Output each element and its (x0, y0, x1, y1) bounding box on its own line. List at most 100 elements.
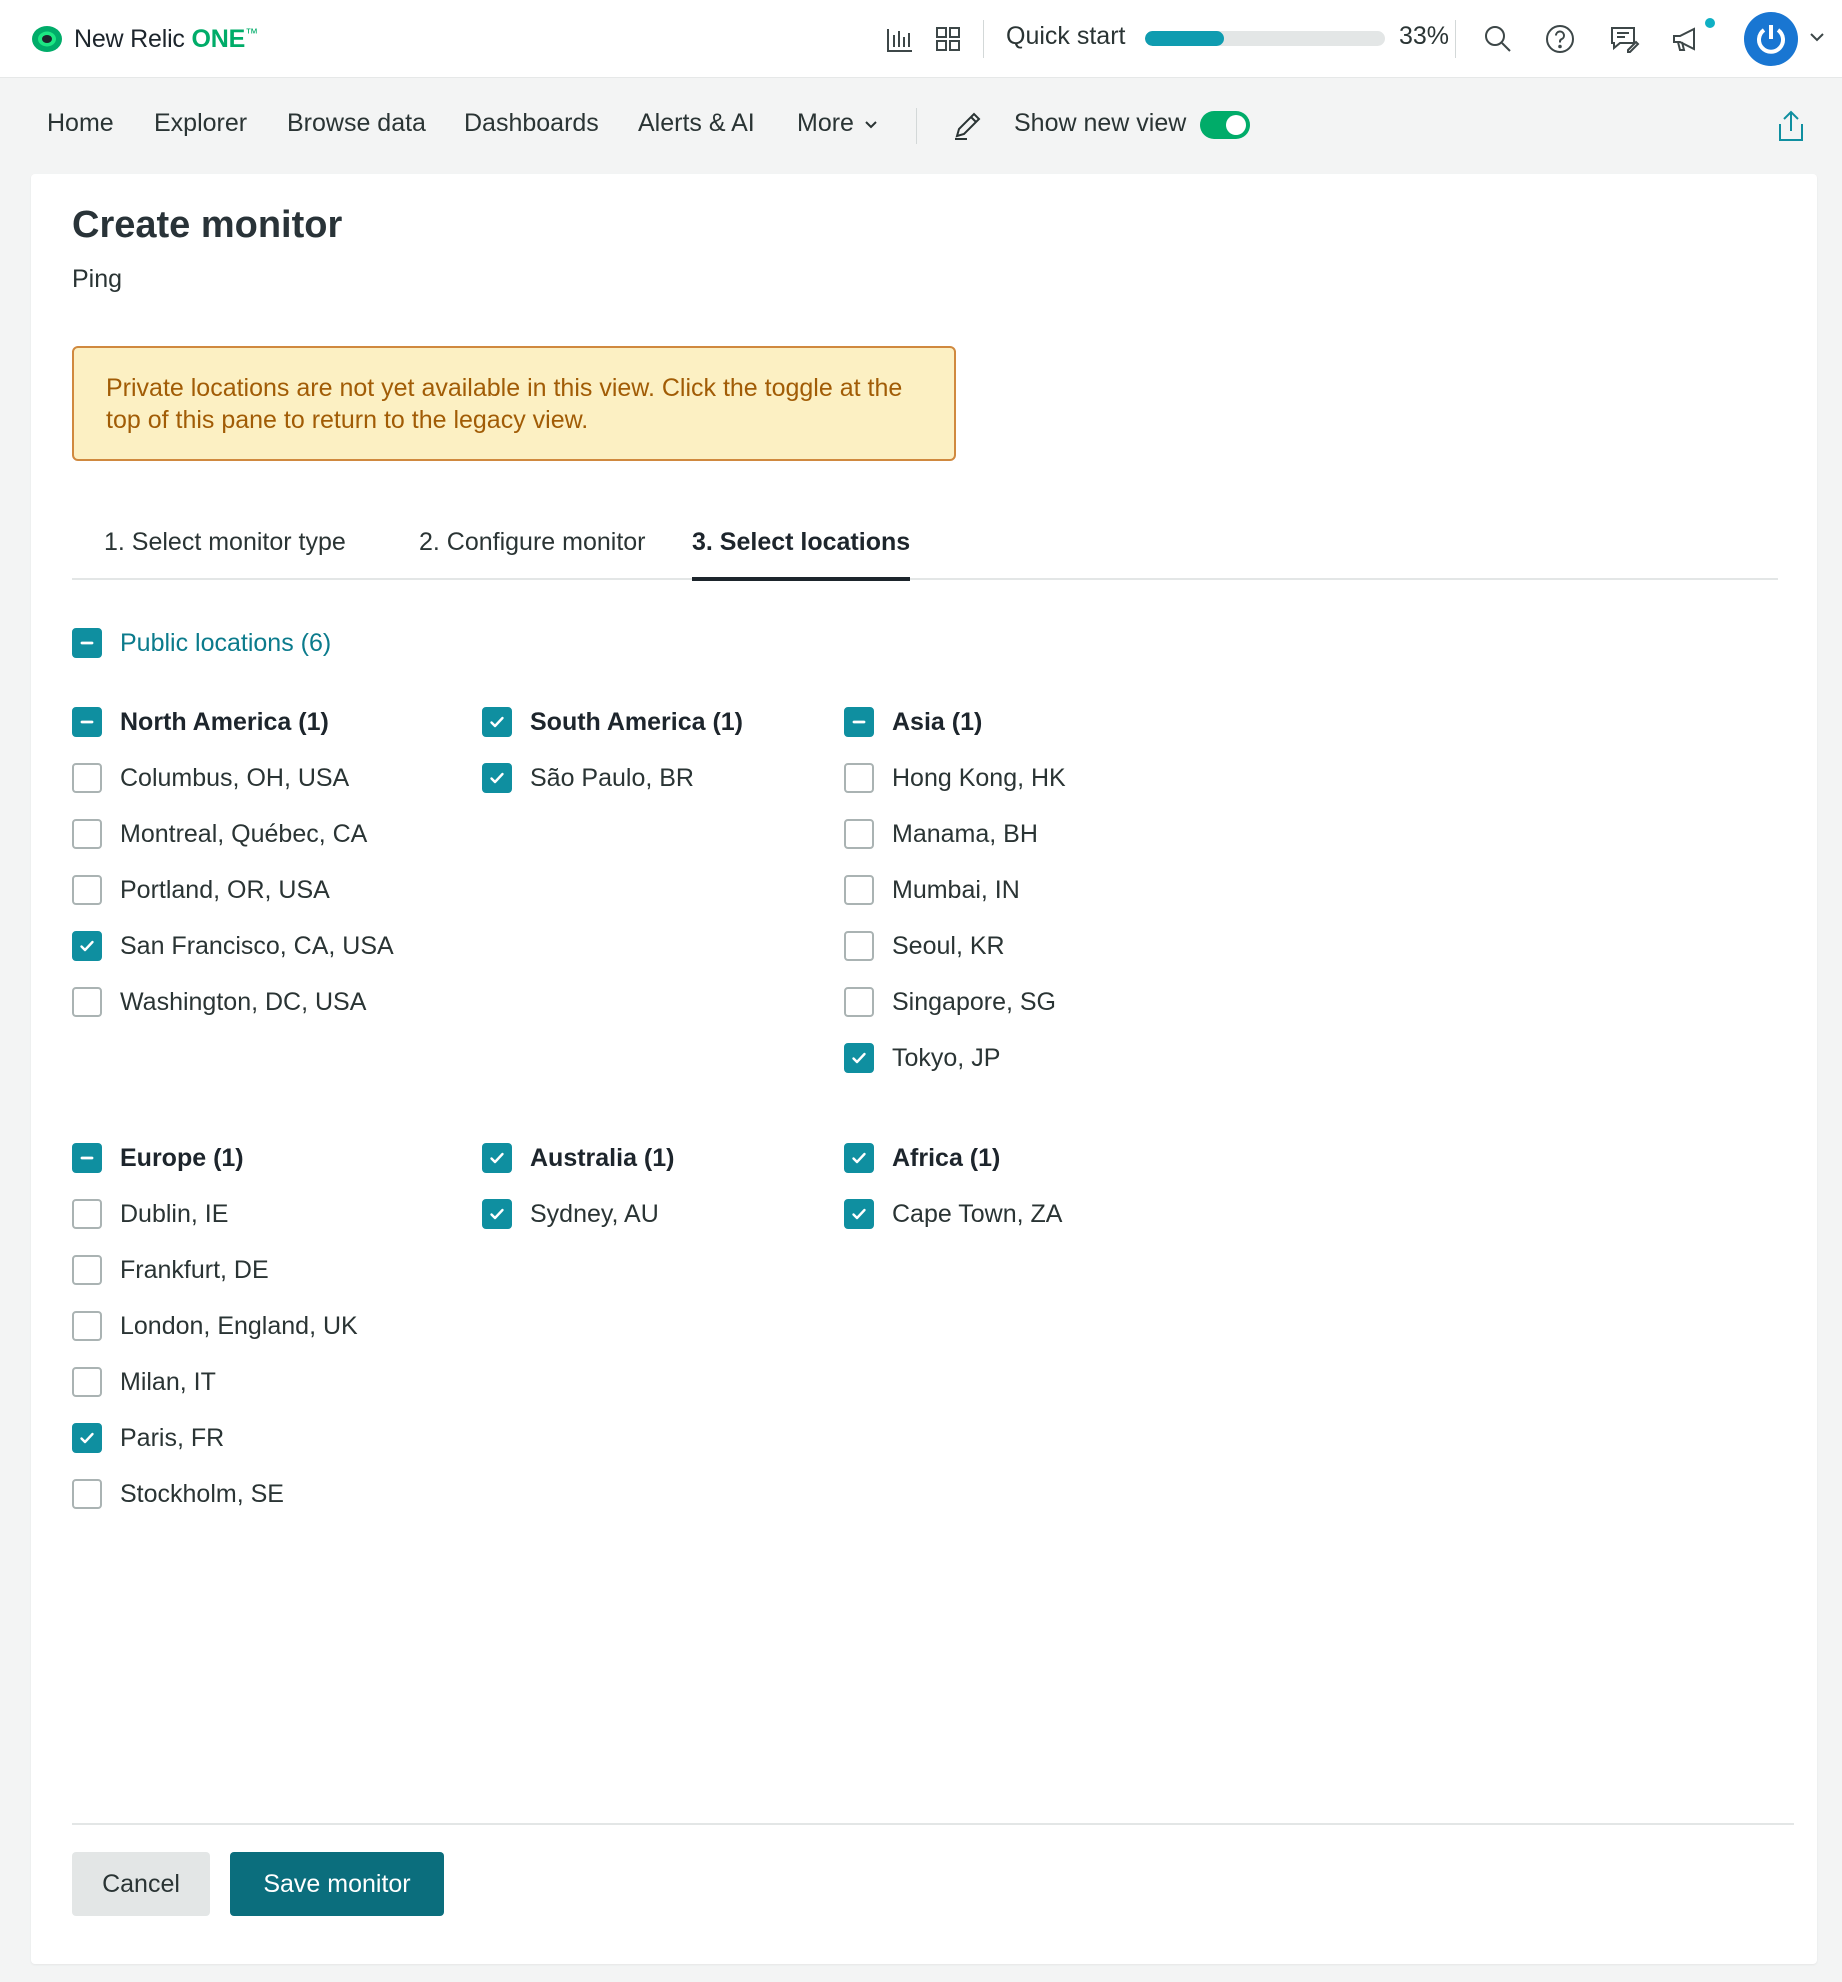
group-north-america-label: North America (1) (120, 707, 329, 736)
location-washington-dc-usa-checkbox[interactable] (72, 987, 102, 1017)
location-manama-bh-checkbox[interactable] (844, 819, 874, 849)
location-sao-paulo-br-row[interactable]: São Paulo, BR (482, 761, 694, 795)
location-montreal-quebec-ca-label: Montreal, Québec, CA (120, 819, 368, 848)
location-washington-dc-usa-label: Washington, DC, USA (120, 987, 367, 1016)
location-singapore-sg-label: Singapore, SG (892, 987, 1056, 1016)
location-san-francisco-ca-usa-row[interactable]: San Francisco, CA, USA (72, 929, 394, 963)
location-mumbai-in-label: Mumbai, IN (892, 875, 1020, 904)
location-milan-it-checkbox[interactable] (72, 1367, 102, 1397)
location-sydney-au-checkbox[interactable] (482, 1199, 512, 1229)
private-locations-warning: Private locations are not yet available … (72, 346, 956, 461)
group-south-america-checkbox[interactable] (482, 707, 512, 737)
chevron-down-icon (865, 121, 877, 129)
notification-dot (1703, 16, 1717, 30)
quick-start-progress-fill (1145, 31, 1225, 46)
group-europe-checkbox[interactable] (72, 1143, 102, 1173)
chevron-down-icon[interactable] (1806, 26, 1828, 48)
search-icon[interactable] (1479, 20, 1517, 58)
show-new-view-toggle[interactable] (1200, 111, 1250, 139)
megaphone-icon[interactable] (1667, 20, 1705, 58)
location-singapore-sg-row[interactable]: Singapore, SG (844, 985, 1056, 1019)
create-monitor-panel: Create monitor Ping Private locations ar… (31, 174, 1817, 1964)
location-stockholm-se-row[interactable]: Stockholm, SE (72, 1477, 284, 1511)
location-paris-fr-label: Paris, FR (120, 1423, 225, 1452)
save-monitor-button[interactable]: Save monitor (230, 1852, 444, 1916)
nav-more[interactable]: More (797, 109, 880, 138)
nav-divider (916, 108, 917, 144)
location-dublin-ie-checkbox[interactable] (72, 1199, 102, 1229)
nav-alerts-ai[interactable]: Alerts & AI (638, 109, 755, 138)
location-montreal-quebec-ca-row[interactable]: Montreal, Québec, CA (72, 817, 367, 851)
nav-more-label: More (797, 109, 854, 137)
group-asia-row[interactable]: Asia (1) (844, 705, 982, 739)
location-stockholm-se-label: Stockholm, SE (120, 1479, 284, 1508)
location-paris-fr-checkbox[interactable] (72, 1423, 102, 1453)
location-seoul-kr-checkbox[interactable] (844, 931, 874, 961)
location-hong-kong-hk-checkbox[interactable] (844, 763, 874, 793)
location-london-england-uk-row[interactable]: London, England, UK (72, 1309, 358, 1343)
quick-start-label[interactable]: Quick start (1006, 22, 1125, 51)
cancel-button[interactable]: Cancel (72, 1852, 210, 1916)
nav-dashboards[interactable]: Dashboards (464, 109, 599, 138)
location-mumbai-in-checkbox[interactable] (844, 875, 874, 905)
nav-home[interactable]: Home (47, 109, 114, 138)
location-sydney-au-row[interactable]: Sydney, AU (482, 1197, 659, 1231)
group-africa-checkbox[interactable] (844, 1143, 874, 1173)
location-hong-kong-hk-row[interactable]: Hong Kong, HK (844, 761, 1066, 795)
monitor-type-label: Ping (72, 265, 123, 293)
location-tokyo-jp-row[interactable]: Tokyo, JP (844, 1041, 1000, 1075)
location-frankfurt-de-row[interactable]: Frankfurt, DE (72, 1253, 269, 1287)
location-paris-fr-row[interactable]: Paris, FR (72, 1421, 224, 1455)
group-africa-row[interactable]: Africa (1) (844, 1141, 1000, 1175)
location-singapore-sg-checkbox[interactable] (844, 987, 874, 1017)
location-san-francisco-ca-usa-checkbox[interactable] (72, 931, 102, 961)
location-montreal-quebec-ca-checkbox[interactable] (72, 819, 102, 849)
help-icon[interactable] (1541, 20, 1579, 58)
location-manama-bh-row[interactable]: Manama, BH (844, 817, 1038, 851)
group-australia-row[interactable]: Australia (1) (482, 1141, 674, 1175)
pencil-icon[interactable] (950, 107, 986, 143)
main-nav: Home Explorer Browse data Dashboards Ale… (0, 79, 1842, 173)
location-seoul-kr-label: Seoul, KR (892, 931, 1005, 960)
location-london-england-uk-checkbox[interactable] (72, 1311, 102, 1341)
step-configure-monitor[interactable]: 2. Configure monitor (419, 528, 646, 577)
location-mumbai-in-row[interactable]: Mumbai, IN (844, 873, 1020, 907)
share-icon[interactable] (1776, 109, 1806, 143)
user-avatar[interactable] (1744, 12, 1798, 66)
apps-grid-icon[interactable] (929, 20, 967, 58)
topbar-divider (1455, 20, 1456, 58)
nav-browse-data[interactable]: Browse data (287, 109, 426, 138)
location-portland-or-usa-row[interactable]: Portland, OR, USA (72, 873, 330, 907)
location-washington-dc-usa-row[interactable]: Washington, DC, USA (72, 985, 366, 1019)
location-portland-or-usa-checkbox[interactable] (72, 875, 102, 905)
location-frankfurt-de-checkbox[interactable] (72, 1255, 102, 1285)
location-tokyo-jp-checkbox[interactable] (844, 1043, 874, 1073)
new-relic-logo[interactable]: New Relic ONE™ (30, 22, 258, 56)
location-cape-town-za-checkbox[interactable] (844, 1199, 874, 1229)
nav-explorer[interactable]: Explorer (154, 109, 247, 138)
group-north-america-row[interactable]: North America (1) (72, 705, 329, 739)
location-dublin-ie-row[interactable]: Dublin, IE (72, 1197, 228, 1231)
step-select-monitor-type[interactable]: 1. Select monitor type (104, 528, 346, 577)
location-columbus-oh-usa-checkbox[interactable] (72, 763, 102, 793)
location-seoul-kr-row[interactable]: Seoul, KR (844, 929, 1005, 963)
group-europe-row[interactable]: Europe (1) (72, 1141, 244, 1175)
group-north-america-checkbox[interactable] (72, 707, 102, 737)
public-locations-label: Public locations (6) (120, 628, 332, 657)
location-stockholm-se-checkbox[interactable] (72, 1479, 102, 1509)
location-columbus-oh-usa-row[interactable]: Columbus, OH, USA (72, 761, 349, 795)
group-south-america-row[interactable]: South America (1) (482, 705, 743, 739)
feedback-icon[interactable] (1605, 20, 1643, 58)
public-locations-checkbox-row[interactable]: Public locations (6) (72, 626, 331, 660)
location-milan-it-row[interactable]: Milan, IT (72, 1365, 216, 1399)
bar-chart-icon[interactable] (881, 20, 919, 58)
step-select-locations[interactable]: 3. Select locations (692, 528, 911, 581)
group-asia-checkbox[interactable] (844, 707, 874, 737)
public-locations-checkbox[interactable] (72, 628, 102, 658)
quick-start-progress[interactable] (1145, 31, 1385, 46)
brand-name: New Relic ONE™ (74, 24, 258, 53)
location-cape-town-za-row[interactable]: Cape Town, ZA (844, 1197, 1062, 1231)
location-sao-paulo-br-checkbox[interactable] (482, 763, 512, 793)
group-australia-checkbox[interactable] (482, 1143, 512, 1173)
location-hong-kong-hk-label: Hong Kong, HK (892, 763, 1066, 792)
